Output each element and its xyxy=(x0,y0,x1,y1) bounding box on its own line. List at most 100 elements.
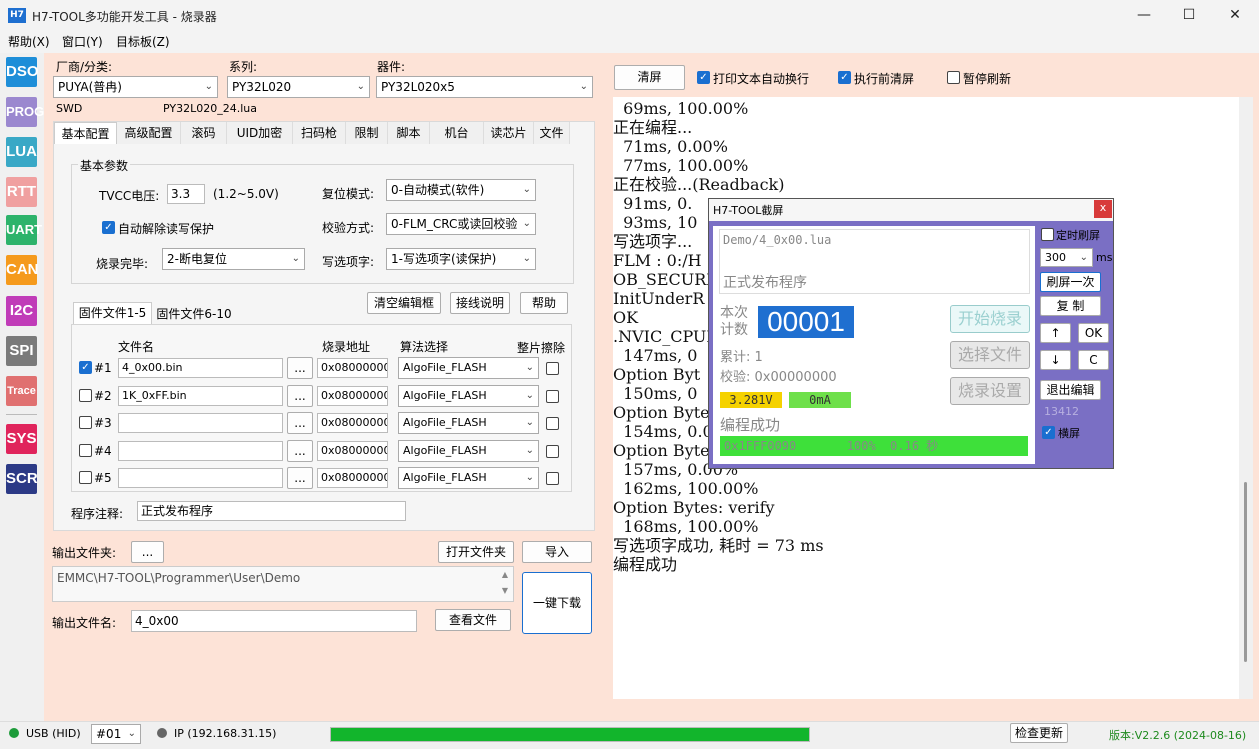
refresh-once-button[interactable]: 刷屏一次 xyxy=(1040,272,1101,292)
tab-files-6-10[interactable]: 固件文件6-10 xyxy=(154,304,234,324)
file-name-input[interactable]: 1K_0xFF.bin xyxy=(118,386,283,406)
file-browse-button[interactable]: ... xyxy=(287,412,313,434)
file-enable-checkbox[interactable] xyxy=(79,471,92,484)
scroll-thumb[interactable] xyxy=(1244,482,1247,662)
file-name-input[interactable] xyxy=(118,441,283,461)
chip-erase-checkbox[interactable] xyxy=(546,417,559,430)
c-button[interactable]: C xyxy=(1078,350,1109,370)
file-address-input[interactable]: 0x08000000 xyxy=(317,441,388,461)
file-address-input[interactable]: 0x08000000 xyxy=(317,468,388,488)
tool-trace-icon[interactable]: Trace xyxy=(6,376,37,406)
copy-button[interactable]: 复 制 xyxy=(1040,296,1101,316)
tool-lua-icon[interactable]: LUA xyxy=(6,137,37,167)
file-enable-checkbox[interactable] xyxy=(79,416,92,429)
tab-1[interactable]: 高级配置 xyxy=(117,122,181,144)
pause-refresh-checkbox[interactable] xyxy=(947,71,960,84)
wiring-button[interactable]: 接线说明 xyxy=(450,292,510,314)
device-select[interactable]: PY32L020x5 ⌄ xyxy=(376,76,593,98)
file-name-input[interactable] xyxy=(118,468,283,488)
algorithm-select[interactable]: AlgoFile_FLASH ⌄ xyxy=(398,467,539,489)
tab-2[interactable]: 滚码 xyxy=(181,122,227,144)
tab-5[interactable]: 限制 xyxy=(346,122,388,144)
reset-mode-select[interactable]: 0-自动模式(软件) ⌄ xyxy=(386,179,536,201)
note-input[interactable]: 正式发布程序 xyxy=(137,501,406,521)
program-settings-button[interactable]: 烧录设置 xyxy=(950,377,1030,405)
file-enable-checkbox[interactable]: ✓ xyxy=(79,361,92,374)
tab-8[interactable]: 读芯片 xyxy=(484,122,534,144)
port-select[interactable]: #01 ⌄ xyxy=(91,724,141,744)
tool-rtt-icon[interactable]: RTT xyxy=(6,177,37,207)
unlock-checkbox[interactable]: ✓ xyxy=(102,221,115,234)
option-bytes-select[interactable]: 1-写选项字(读保护) ⌄ xyxy=(386,248,536,270)
check-update-button[interactable]: 检查更新 xyxy=(1010,723,1068,743)
file-name-input[interactable]: 4_0x00.bin xyxy=(118,358,283,378)
open-folder-button[interactable]: 打开文件夹 xyxy=(438,541,514,563)
file-address-input[interactable]: 0x08000000 xyxy=(317,413,388,433)
timer-refresh-checkbox[interactable] xyxy=(1041,228,1054,241)
file-address-input[interactable]: 0x08000000 xyxy=(317,358,388,378)
maximize-button[interactable]: ☐ xyxy=(1166,4,1212,28)
algorithm-select[interactable]: AlgoFile_FLASH ⌄ xyxy=(398,412,539,434)
landscape-checkbox[interactable]: ✓ xyxy=(1042,426,1055,439)
up-button[interactable]: ↑ xyxy=(1040,323,1071,343)
file-name-input[interactable] xyxy=(118,413,283,433)
chip-erase-checkbox[interactable] xyxy=(546,445,559,458)
tool-uart-icon[interactable]: UART xyxy=(6,215,42,245)
view-file-button[interactable]: 查看文件 xyxy=(435,609,511,631)
tool-dso-icon[interactable]: DSO xyxy=(6,57,39,87)
down-button[interactable]: ↓ xyxy=(1040,350,1071,370)
algorithm-select[interactable]: AlgoFile_FLASH ⌄ xyxy=(398,357,539,379)
tab-files-1-5[interactable]: 固件文件1-5 xyxy=(73,302,152,324)
chip-erase-checkbox[interactable] xyxy=(546,472,559,485)
clear-edit-button[interactable]: 清空编辑框 xyxy=(367,292,441,314)
file-browse-button[interactable]: ... xyxy=(287,357,313,379)
tool-prog-icon[interactable]: PROG xyxy=(6,97,44,127)
file-enable-checkbox[interactable] xyxy=(79,444,92,457)
help-button[interactable]: 帮助 xyxy=(520,292,568,314)
output-name-input[interactable]: 4_0x00 xyxy=(131,610,417,632)
tool-spi-icon[interactable]: SPI xyxy=(6,336,37,366)
one-key-download-button[interactable]: 一键下载 xyxy=(522,572,592,634)
chip-erase-checkbox[interactable] xyxy=(546,362,559,375)
tab-9[interactable]: 文件 xyxy=(534,122,570,144)
import-button[interactable]: 导入 xyxy=(522,541,592,563)
menu-window[interactable]: 窗口(Y) xyxy=(62,33,103,50)
tab-3[interactable]: UID加密 xyxy=(227,122,293,144)
exit-edit-button[interactable]: 退出编辑 xyxy=(1040,380,1101,400)
series-select[interactable]: PY32L020 ⌄ xyxy=(227,76,370,98)
interval-select[interactable]: 300 ⌄ xyxy=(1040,248,1093,267)
verify-select[interactable]: 0-FLM_CRC或读回校验 ⌄ xyxy=(386,213,536,235)
auto-wrap-checkbox[interactable]: ✓ xyxy=(697,71,710,84)
after-program-select[interactable]: 2-断电复位 ⌄ xyxy=(162,248,305,270)
popup-close-button[interactable]: x xyxy=(1094,200,1112,218)
tab-7[interactable]: 机台 xyxy=(430,122,484,144)
file-browse-button[interactable]: ... xyxy=(287,467,313,489)
tab-0[interactable]: 基本配置 xyxy=(54,122,117,144)
start-program-button[interactable]: 开始烧录 xyxy=(950,305,1030,333)
file-enable-checkbox[interactable] xyxy=(79,389,92,402)
algorithm-select[interactable]: AlgoFile_FLASH ⌄ xyxy=(398,385,539,407)
pre-clear-checkbox[interactable]: ✓ xyxy=(838,71,851,84)
tvcc-input[interactable]: 3.3 xyxy=(167,184,205,204)
tool-i2c-icon[interactable]: I2C xyxy=(6,296,37,326)
log-scrollbar[interactable] xyxy=(1239,97,1253,699)
chip-erase-checkbox[interactable] xyxy=(546,390,559,403)
tool-sys-icon[interactable]: SYS xyxy=(6,424,37,454)
clear-screen-button[interactable]: 清屏 xyxy=(614,65,685,90)
minimize-button[interactable]: — xyxy=(1121,4,1167,28)
file-browse-button[interactable]: ... xyxy=(287,440,313,462)
output-path-text[interactable]: EMMC\H7-TOOL\Programmer\User\Demo xyxy=(52,566,514,602)
file-browse-button[interactable]: ... xyxy=(287,385,313,407)
tab-4[interactable]: 扫码枪 xyxy=(293,122,346,144)
close-button[interactable]: ✕ xyxy=(1212,4,1258,28)
menu-target[interactable]: 目标板(Z) xyxy=(116,33,170,50)
vendor-select[interactable]: PUYA(普冉) ⌄ xyxy=(53,76,218,98)
menu-help[interactable]: 帮助(X) xyxy=(8,33,50,50)
choose-file-button[interactable]: 选择文件 xyxy=(950,341,1030,369)
algorithm-select[interactable]: AlgoFile_FLASH ⌄ xyxy=(398,440,539,462)
tab-6[interactable]: 脚本 xyxy=(388,122,430,144)
file-address-input[interactable]: 0x08000000 xyxy=(317,386,388,406)
path-scroll-arrows[interactable]: ▲ ▼ xyxy=(498,567,512,601)
output-folder-browse-button[interactable]: ... xyxy=(131,541,164,563)
ok-button[interactable]: OK xyxy=(1078,323,1109,343)
